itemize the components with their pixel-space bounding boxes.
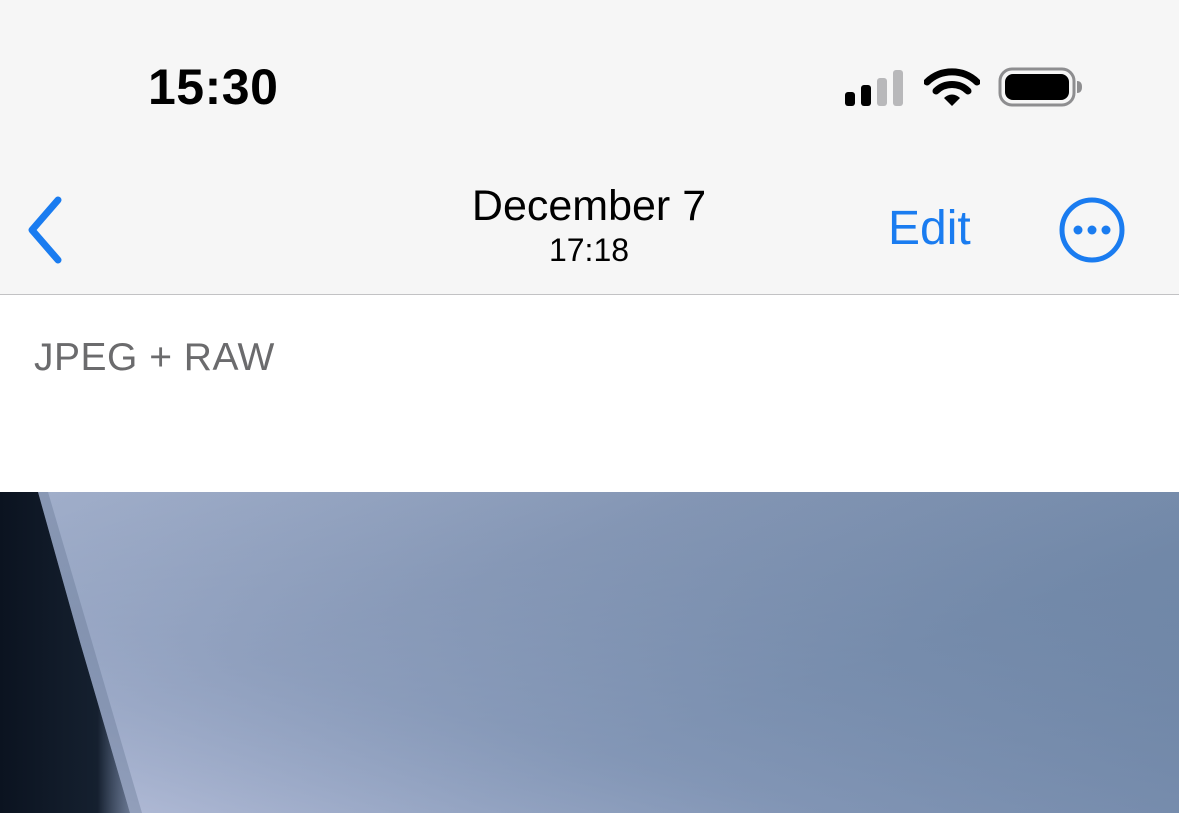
top-chrome: 15:30 December 7 17:18 Edit [0,0,1179,294]
status-bar: 15:30 [0,0,1179,150]
photo-content [0,492,1179,813]
battery-icon [998,67,1082,107]
nav-divider [0,294,1179,295]
nav-title-group: December 7 17:18 [389,180,789,270]
wifi-icon [924,68,980,106]
back-chevron-icon[interactable] [18,192,74,268]
edit-button[interactable]: Edit [888,200,971,258]
status-time: 15:30 [148,59,279,115]
navigation-bar: December 7 17:18 Edit [0,150,1179,294]
cellular-signal-icon [845,70,903,106]
photo-format-label: JPEG + RAW [34,336,275,379]
photo-image[interactable] [0,492,1179,813]
page-subtitle-time: 17:18 [548,232,630,268]
ellipsis-circle-icon[interactable] [1058,196,1126,264]
photo-detail-screen: 15:30 December 7 17:18 Edit JPEG + RAW [0,0,1179,813]
page-title: December 7 [471,182,707,230]
